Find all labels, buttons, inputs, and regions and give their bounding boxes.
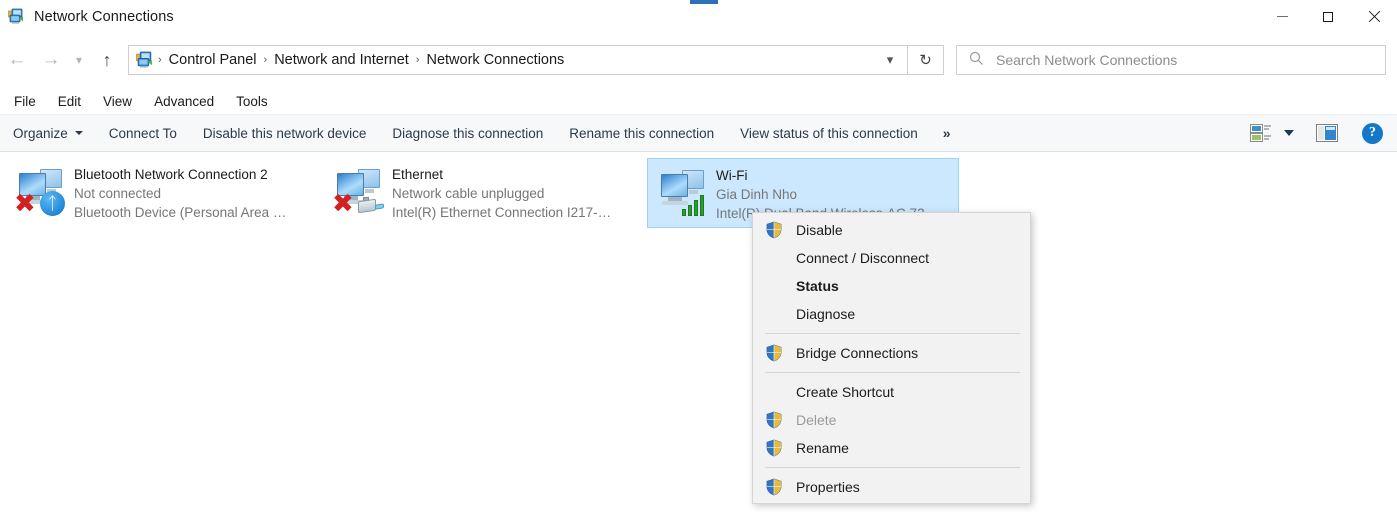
connection-tile-bluetooth[interactable]: ✖ ᛏ Bluetooth Network Connection 2 Not c… [6,158,318,226]
command-bar: Organize Connect To Disable this network… [0,114,1397,152]
organize-button[interactable]: Organize [0,120,96,147]
context-menu-item-connect-disconnect[interactable]: Connect / Disconnect [753,244,1030,272]
context-menu-label: Disable [796,222,843,238]
menu-advanced[interactable]: Advanced [143,91,225,112]
no-icon-spacer [765,249,783,267]
ethernet-cable-icon [356,197,384,215]
uac-shield-icon [765,478,783,496]
context-menu-item-status[interactable]: Status [753,272,1030,300]
breadcrumb-network-connections[interactable]: Network Connections [420,52,570,68]
maximize-button[interactable] [1305,0,1351,33]
context-menu-separator [765,467,1020,468]
menu-file[interactable]: File [3,91,47,112]
address-dropdown-icon[interactable]: ▾ [873,46,907,74]
context-menu-separator [765,333,1020,334]
connection-device: Intel(R) Ethernet Connection I217-… [392,205,612,220]
search-input[interactable]: Search Network Connections [996,52,1177,68]
connection-tile-ethernet[interactable]: ✖ Ethernet Network cable unplugged Intel… [324,158,636,226]
uac-shield-icon [765,439,783,457]
breadcrumb-network-and-internet[interactable]: Network and Internet [268,52,415,68]
network-adapter-icon: ✖ [330,165,386,221]
refresh-button[interactable]: ↻ [908,45,944,75]
menu-view[interactable]: View [92,91,143,112]
connect-to-button[interactable]: Connect To [96,120,190,147]
context-menu-label: Delete [796,412,837,428]
forward-button[interactable]: → [34,43,68,77]
menu-tools[interactable]: Tools [225,91,279,112]
connection-name: Ethernet [392,167,444,182]
back-button[interactable]: ← [0,43,34,77]
context-menu-separator [765,372,1020,373]
disable-network-device-button[interactable]: Disable this network device [190,120,380,147]
context-menu-label: Diagnose [796,306,856,322]
close-icon [1368,11,1380,23]
control-panel-icon [136,51,154,69]
preview-pane-icon[interactable] [1316,124,1338,142]
view-status-button[interactable]: View status of this connection [727,120,931,147]
menu-bar: File Edit View Advanced Tools [0,88,1397,114]
uac-shield-icon [765,221,783,239]
no-icon-spacer [765,305,783,323]
context-menu-label: Status [796,278,839,294]
command-bar-overflow-icon[interactable]: » [931,119,961,147]
help-icon[interactable]: ? [1362,122,1383,144]
network-adapter-icon: ✖ ᛏ [12,165,68,221]
no-icon-spacer [765,277,783,295]
recent-locations-button[interactable]: ▾ [68,43,90,77]
context-menu-item-delete: Delete [753,406,1030,434]
breadcrumb-control-panel[interactable]: Control Panel [163,52,263,68]
organize-label: Organize [13,125,68,141]
chevron-down-icon [74,131,83,135]
change-view-icon[interactable] [1250,123,1272,143]
command-bar-right-group: ? [1250,122,1397,144]
rename-connection-button[interactable]: Rename this connection [556,120,727,147]
context-menu-item-disable[interactable]: Disable [753,216,1030,244]
context-menu: Disable Connect / Disconnect Status Diag… [752,212,1031,504]
uac-shield-icon [765,344,783,362]
context-menu-label: Bridge Connections [796,345,919,361]
context-menu-item-create-shortcut[interactable]: Create Shortcut [753,378,1030,406]
network-adapter-icon [654,166,710,222]
window-title: Network Connections [34,8,174,25]
uac-shield-icon [765,411,783,429]
connection-device: Bluetooth Device (Personal Area … [74,205,287,220]
chevron-down-icon[interactable] [1284,130,1294,136]
diagnose-connection-button[interactable]: Diagnose this connection [379,120,556,147]
connection-name: Wi-Fi [716,168,748,183]
minimize-button[interactable] [1259,0,1305,33]
window-tab-marker [690,0,718,4]
context-menu-item-rename[interactable]: Rename [753,434,1030,462]
search-icon [969,51,984,69]
connection-status: Not connected [74,186,162,201]
context-menu-label: Connect / Disconnect [796,250,930,266]
context-menu-item-bridge-connections[interactable]: Bridge Connections [753,339,1030,367]
no-icon-spacer [765,383,783,401]
title-bar: Network Connections [0,0,1397,33]
minimize-icon [1276,16,1288,17]
maximize-icon [1323,11,1333,22]
error-x-icon: ✖ [332,189,354,219]
connections-list: ✖ ᛏ Bluetooth Network Connection 2 Not c… [0,152,1397,512]
connection-status: Network cable unplugged [392,186,545,201]
wifi-signal-icon [682,192,710,216]
context-menu-label: Create Shortcut [796,384,895,400]
error-x-icon: ✖ [14,189,36,219]
context-menu-item-diagnose[interactable]: Diagnose [753,300,1030,328]
connection-name: Bluetooth Network Connection 2 [74,167,268,182]
connection-status: Gia Dinh Nho [716,187,798,202]
context-menu-label: Rename [796,440,849,456]
context-menu-label: Properties [796,479,860,495]
context-menu-item-properties[interactable]: Properties [753,473,1030,501]
bluetooth-icon: ᛏ [40,191,65,216]
address-bar[interactable]: › Control Panel › Network and Internet ›… [128,45,908,75]
close-button[interactable] [1351,0,1397,33]
up-button[interactable]: ↑ [90,43,124,77]
address-bar-row: ← → ▾ ↑ › Control Panel › Network and In… [0,37,1397,83]
network-connections-icon [8,8,25,25]
menu-edit[interactable]: Edit [47,91,92,112]
search-box[interactable]: Search Network Connections [956,45,1386,75]
window-controls [1259,0,1397,33]
